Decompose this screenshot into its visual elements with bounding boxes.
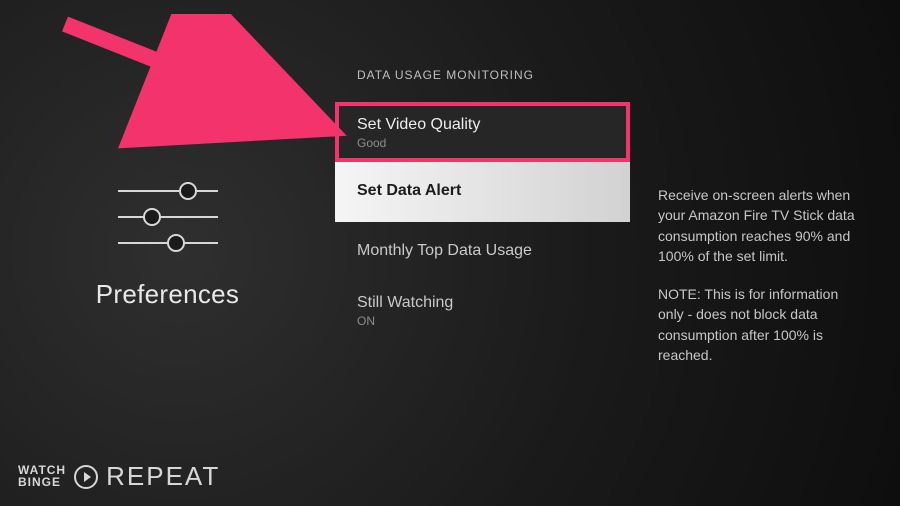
watermark: WATCH BINGE REPEAT <box>18 461 220 492</box>
page-title: Preferences <box>96 279 239 310</box>
item-subtitle: Good <box>357 136 608 150</box>
section-label: DATA USAGE MONITORING <box>335 68 630 82</box>
item-title: Monthly Top Data Usage <box>357 242 608 260</box>
help-paragraph: Receive on-screen alerts when your Amazo… <box>658 185 862 266</box>
item-title: Set Video Quality <box>357 116 608 134</box>
sliders-icon <box>108 177 228 257</box>
watermark-word: REPEAT <box>106 461 220 492</box>
item-title: Set Data Alert <box>357 182 608 200</box>
help-panel: Receive on-screen alerts when your Amazo… <box>630 0 900 506</box>
item-set-video-quality[interactable]: Set Video Quality Good <box>335 102 630 162</box>
item-monthly-top-data-usage[interactable]: Monthly Top Data Usage <box>335 222 630 282</box>
play-icon <box>74 465 98 489</box>
item-subtitle: ON <box>357 314 608 328</box>
item-still-watching[interactable]: Still Watching ON <box>335 282 630 342</box>
item-title: Still Watching <box>357 294 608 312</box>
help-paragraph: NOTE: This is for information only - doe… <box>658 284 862 365</box>
left-panel: Preferences <box>0 0 335 506</box>
settings-list: DATA USAGE MONITORING Set Video Quality … <box>335 0 630 506</box>
item-set-data-alert[interactable]: Set Data Alert <box>335 162 630 222</box>
watermark-line2: BINGE <box>18 477 66 488</box>
